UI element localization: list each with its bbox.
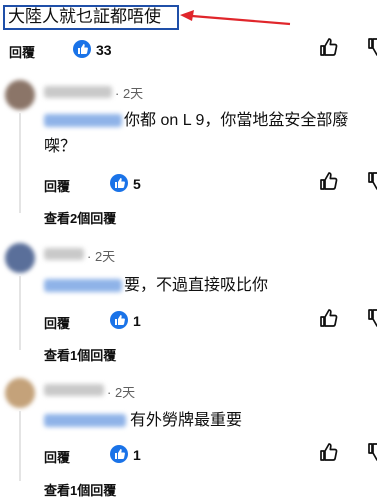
username-redacted[interactable] [44, 86, 112, 98]
username-redacted[interactable] [44, 384, 104, 396]
reply-text: 要，不過直接吸比你 [124, 277, 269, 294]
avatar[interactable] [5, 80, 35, 110]
mention-redacted[interactable] [44, 114, 122, 127]
thumbs-down-outline-icon[interactable] [366, 441, 377, 463]
reply-timestamp: · 2天 [115, 86, 144, 101]
mention-redacted[interactable] [44, 279, 122, 292]
thumbs-up-filled-icon[interactable] [73, 40, 91, 58]
reply-text: 你都 on L 9，你當地盆安全部廢 [124, 112, 349, 129]
thread-line [19, 113, 21, 213]
reply-text: 有外勞牌最重要 [130, 412, 243, 429]
reply-timestamp: · 2天 [87, 249, 116, 264]
mention-redacted[interactable] [44, 414, 126, 427]
thumbs-up-outline-icon[interactable] [318, 307, 340, 329]
top-comment-text: 大陸人就乜証都唔使 [8, 7, 161, 26]
username-redacted[interactable] [44, 248, 84, 260]
reply-button[interactable]: 回覆 [44, 313, 70, 332]
thumbs-up-outline-icon[interactable] [318, 441, 340, 463]
top-comment-reply-button[interactable]: 回覆 [9, 42, 35, 61]
view-replies-link[interactable]: 查看2個回覆 [44, 208, 116, 227]
thread-line [19, 411, 21, 481]
thumbs-up-filled-icon[interactable] [110, 174, 128, 192]
thumbs-up-filled-icon[interactable] [110, 311, 128, 329]
avatar[interactable] [5, 378, 35, 408]
reply-button[interactable]: 回覆 [44, 447, 70, 466]
thumbs-down-outline-icon[interactable] [366, 36, 377, 58]
like-count: 1 [133, 313, 141, 329]
reply-timestamp: · 2天 [107, 385, 136, 400]
like-count: 5 [133, 176, 141, 192]
view-replies-link[interactable]: 查看1個回覆 [44, 480, 116, 499]
top-comment-like-count: 33 [96, 42, 112, 58]
thumbs-up-outline-icon[interactable] [318, 170, 340, 192]
reply-text-continued: 㗎？ [44, 138, 77, 155]
thumbs-down-outline-icon[interactable] [366, 307, 377, 329]
view-replies-link[interactable]: 查看1個回覆 [44, 345, 116, 364]
thread-line [19, 276, 21, 350]
reply-button[interactable]: 回覆 [44, 176, 70, 195]
like-count: 1 [133, 447, 141, 463]
thumbs-up-outline-icon[interactable] [318, 36, 340, 58]
thumbs-up-filled-icon[interactable] [110, 445, 128, 463]
thumbs-down-outline-icon[interactable] [366, 170, 377, 192]
avatar[interactable] [5, 243, 35, 273]
red-arrow-annotation [180, 10, 291, 26]
